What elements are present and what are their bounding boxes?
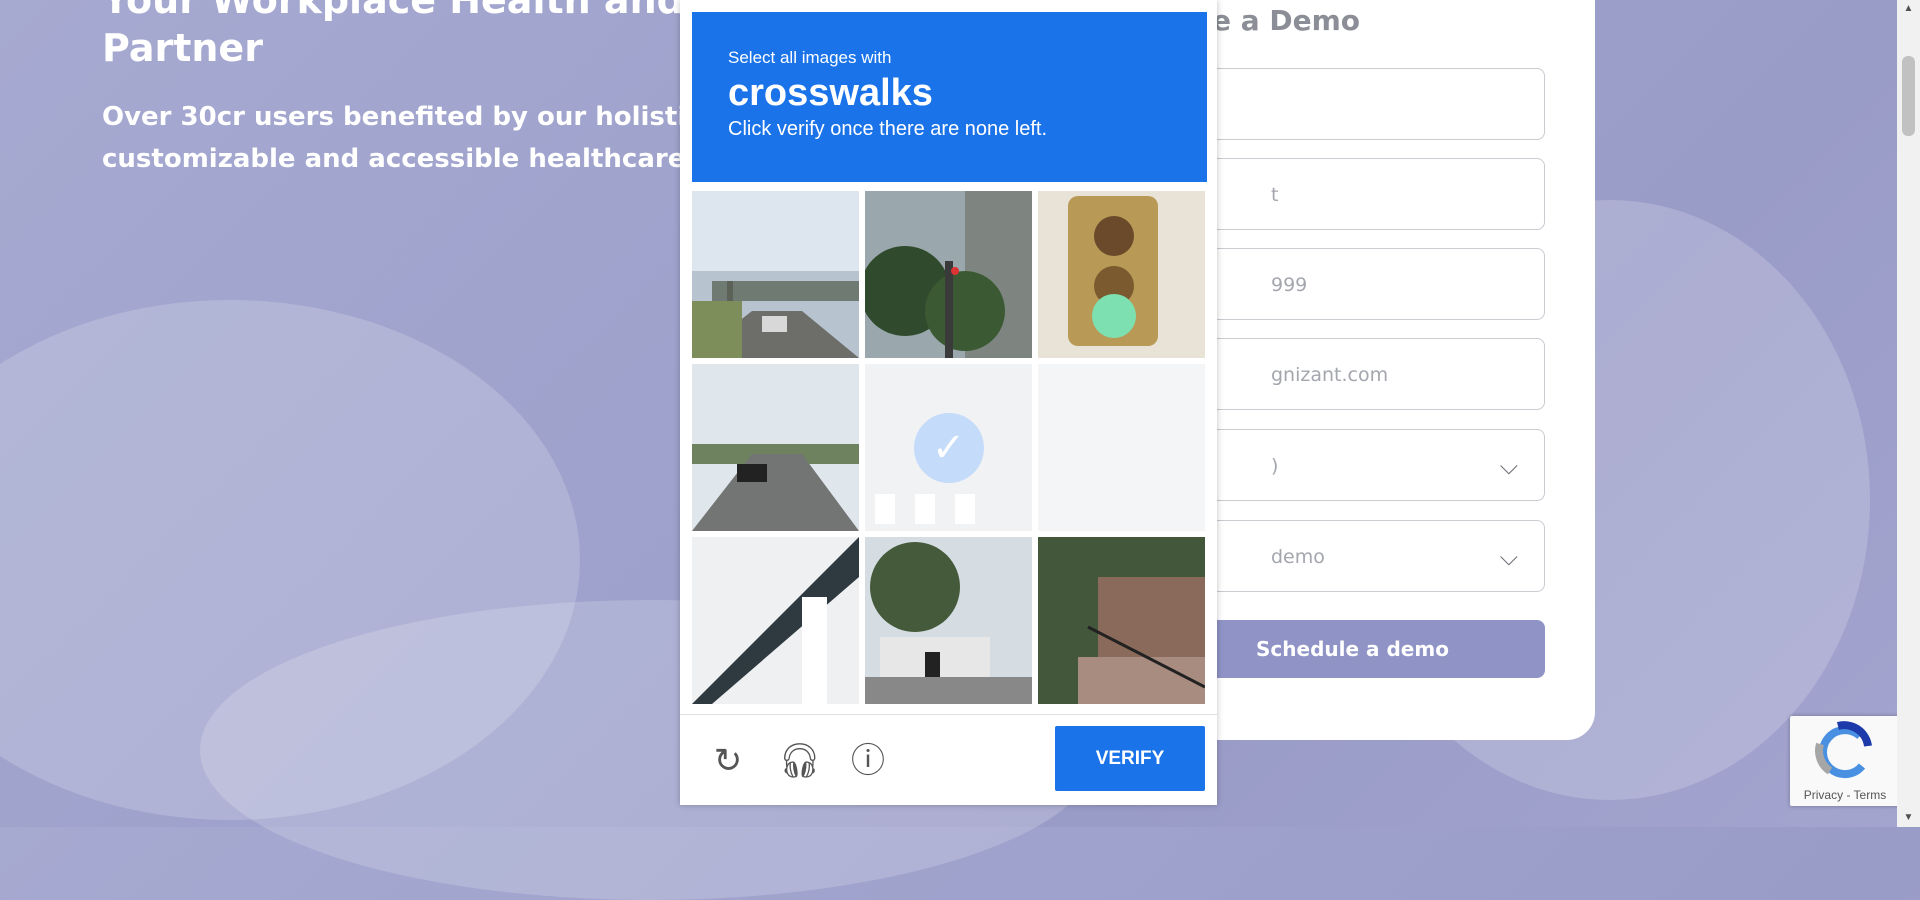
captcha-tile[interactable] (1038, 191, 1205, 358)
captcha-tile[interactable] (865, 537, 1032, 704)
scroll-thumb[interactable] (1902, 56, 1915, 136)
form-field-value: gnizant.com (1271, 364, 1389, 386)
tile-image (865, 191, 1032, 358)
scrollbar[interactable]: ▲ ▼ (1897, 0, 1920, 827)
tile-image (1038, 191, 1205, 358)
captcha-footer: ↻ 🎧︎ ⓘ VERIFY (680, 714, 1217, 806)
recaptcha-links[interactable]: Privacy - Terms (1790, 788, 1900, 802)
captcha-tile[interactable] (692, 537, 859, 704)
recaptcha-logo (1815, 721, 1872, 779)
captcha-hint: Click verify once there are none left. (728, 118, 1048, 140)
form-field-value: 999 (1271, 274, 1308, 296)
form-field-value: ) (1271, 455, 1279, 477)
form-field-last-name[interactable]: t (1160, 158, 1545, 230)
captcha-dialog: Select all images with crosswalks Click … (680, 0, 1217, 805)
captcha-tile-grid: ✓ (692, 191, 1212, 704)
verify-button[interactable]: VERIFY (1055, 726, 1205, 791)
check-icon: ✓ (913, 412, 984, 483)
tile-image (865, 537, 1032, 704)
tile-image (1038, 364, 1205, 531)
form-heading: e a Demo (1212, 4, 1361, 37)
captcha-target-word: crosswalks (728, 72, 933, 114)
chevron-down-icon: ⌵ (1499, 543, 1518, 571)
scroll-down-icon[interactable]: ▼ (1902, 811, 1915, 825)
captcha-tile[interactable] (692, 364, 859, 531)
tile-image (692, 364, 859, 531)
captcha-instruction: Select all images with (728, 48, 892, 67)
form-select-demo-type[interactable]: demo ⌵ (1160, 520, 1545, 592)
captcha-tile[interactable]: ✓ (865, 364, 1032, 531)
schedule-demo-button[interactable]: Schedule a demo (1160, 620, 1545, 678)
form-field-name[interactable] (1160, 68, 1545, 140)
form-field-email[interactable]: gnizant.com (1160, 338, 1545, 410)
captcha-tile[interactable] (1038, 537, 1205, 704)
chevron-down-icon: ⌵ (1499, 452, 1518, 480)
captcha-tile[interactable] (865, 191, 1032, 358)
captcha-tile[interactable] (692, 191, 859, 358)
form-field-value: t (1271, 184, 1279, 206)
form-select-company-size[interactable]: ) ⌵ (1160, 429, 1545, 501)
tile-image (1038, 537, 1205, 704)
captcha-header: Select all images with crosswalks Click … (692, 12, 1207, 182)
tile-image (692, 191, 859, 358)
tile-image (692, 537, 859, 704)
captcha-tile[interactable] (1038, 364, 1205, 531)
recaptcha-badge[interactable]: Privacy - Terms (1790, 716, 1900, 806)
scroll-up-icon[interactable]: ▲ (1902, 2, 1915, 16)
reload-icon[interactable]: ↻ (708, 741, 748, 781)
info-icon[interactable]: ⓘ (848, 741, 888, 781)
headphones-icon[interactable]: 🎧︎ (778, 741, 821, 781)
form-field-value: demo (1271, 546, 1325, 568)
form-field-phone[interactable]: 999 (1160, 248, 1545, 320)
